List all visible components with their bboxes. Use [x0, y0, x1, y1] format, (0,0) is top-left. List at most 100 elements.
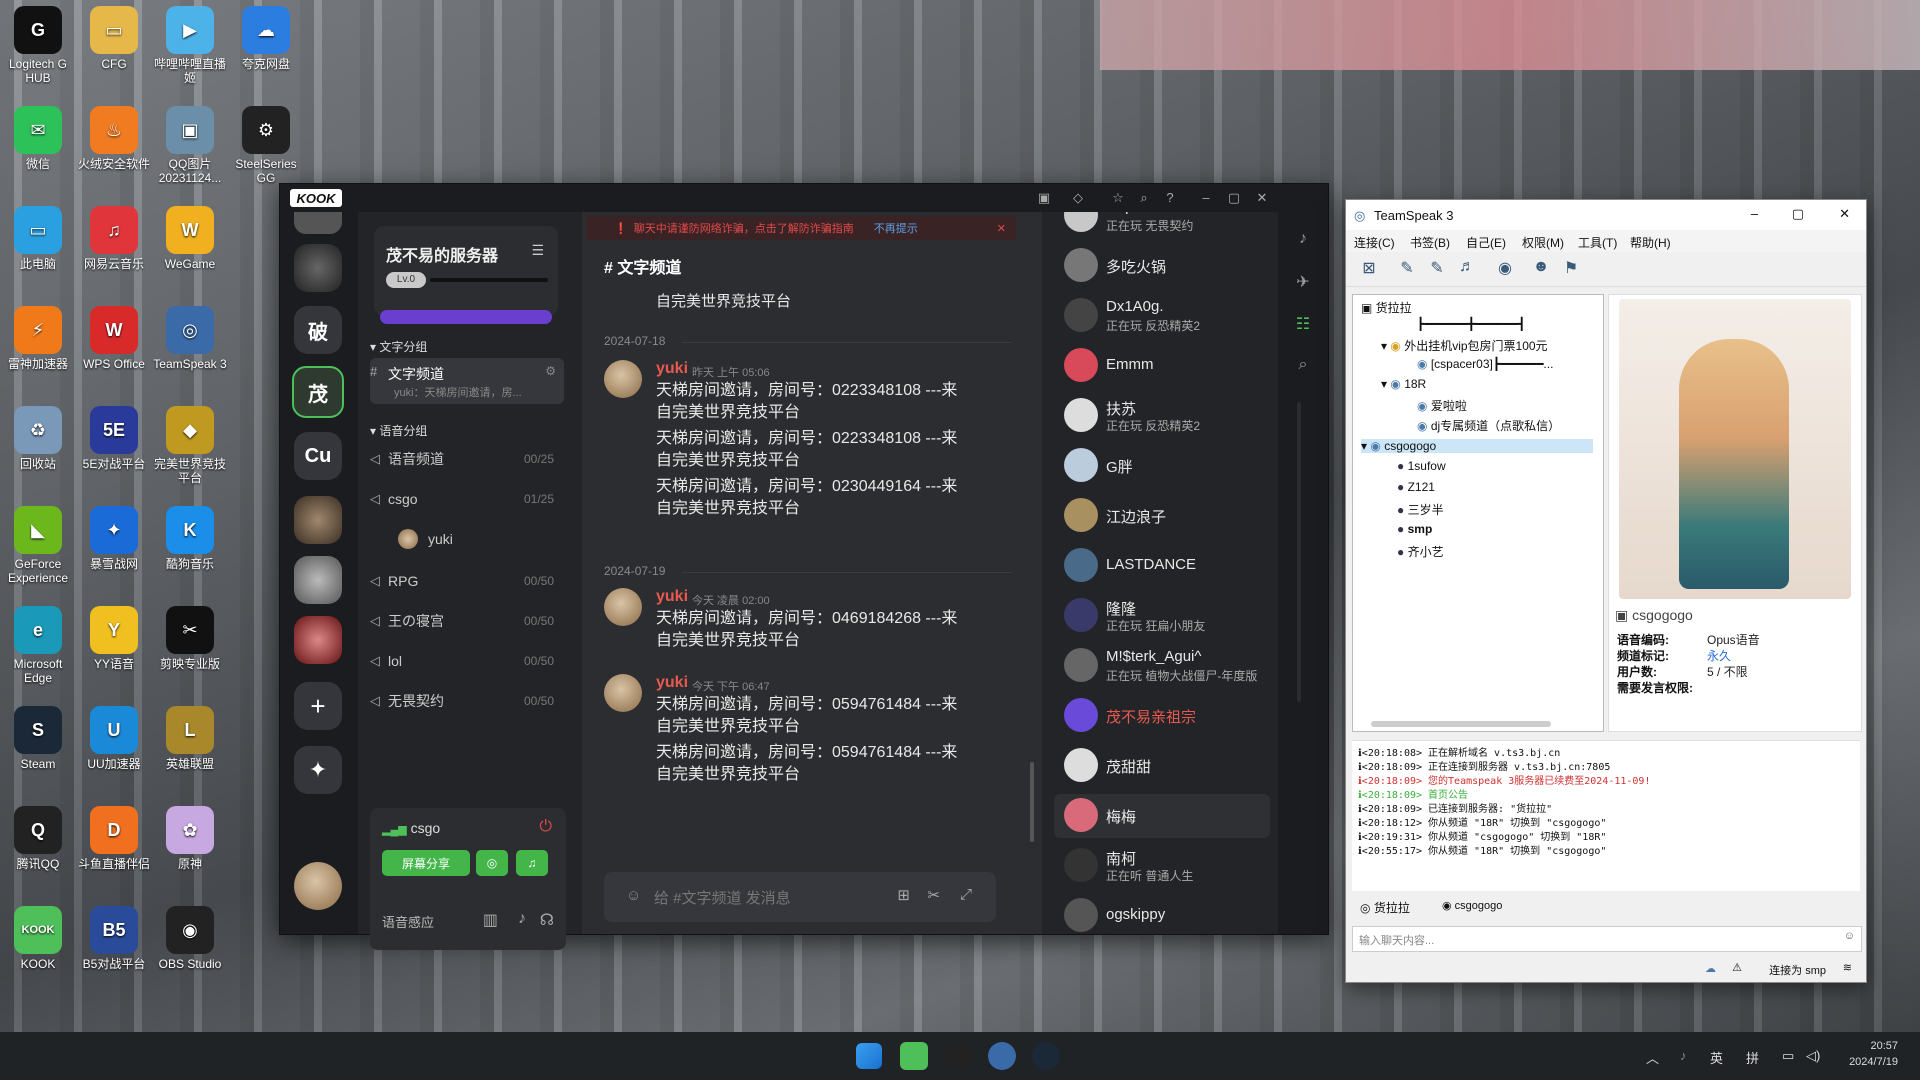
clock-date[interactable]: 2024/7/19 — [1836, 1056, 1898, 1068]
tray-network-icon[interactable]: ▭ — [1782, 1048, 1794, 1064]
voice-channel[interactable]: ◁ 语音频道 00/25 — [370, 444, 564, 474]
member-item[interactable]: 梅梅 — [1054, 794, 1270, 838]
member-item[interactable]: 多吃火锅 — [1064, 244, 1270, 284]
ts-minimize-icon[interactable]: – — [1751, 206, 1758, 221]
desktop-icon[interactable]: e Microsoft Edge — [0, 606, 76, 685]
user-avatar[interactable] — [294, 862, 342, 910]
ime-pinyin[interactable]: 拼 — [1746, 1048, 1759, 1067]
ts-channel-2-sub1[interactable]: ◉ 爱啦啦 — [1417, 397, 1467, 414]
upload-icon[interactable]: ⊞ — [897, 886, 910, 904]
help-icon[interactable]: ? — [1162, 190, 1178, 206]
close-icon[interactable]: ✕ — [1254, 190, 1270, 206]
desktop-icon[interactable]: ♻ 回收站 — [0, 406, 76, 471]
member-item[interactable]: M!$terk_Agui^ 正在玩 植物大战僵尸-年度版 — [1064, 644, 1270, 684]
member-item[interactable]: Emmm — [1064, 344, 1270, 384]
member-item[interactable]: G胖 — [1064, 444, 1270, 484]
disconnect-icon[interactable]: ✎ — [1396, 258, 1418, 280]
desktop-icon[interactable]: ▭ 此电脑 — [0, 206, 76, 271]
server-card[interactable]: 茂不易的服务器 ☰ Lv.0 — [374, 226, 558, 324]
maximize-icon[interactable]: ▢ — [1226, 190, 1242, 206]
desktop-icon[interactable]: ⚡ 雷神加速器 — [0, 306, 76, 371]
mute-mic-icon[interactable]: ✎ — [1426, 258, 1448, 280]
search-icon[interactable]: ⌕ — [1136, 190, 1152, 206]
member-item[interactable]: 隆隆 正在玩 狂扁小朋友 — [1064, 594, 1270, 634]
voice-member[interactable]: yuki — [398, 524, 592, 554]
kook-titlebar[interactable]: KOOK ▣ ◇ ☆ ⌕ ? – ▢ ✕ — [280, 184, 1328, 212]
disconnect-icon[interactable]: ⏻ — [539, 818, 552, 836]
desktop-icon[interactable]: L 英雄联盟 — [152, 706, 228, 771]
server-avatar-6[interactable] — [294, 496, 342, 544]
tray-chevron-icon[interactable]: ︿ — [1646, 1048, 1659, 1067]
server-avatar-8[interactable] — [294, 616, 342, 664]
bell-icon[interactable]: ♪ — [1293, 230, 1313, 250]
text-group-header[interactable]: ▾ 文字分组 — [370, 338, 427, 355]
member-item[interactable]: Dx1A0g. 正在玩 反恐精英2 — [1064, 294, 1270, 334]
taskbar-steam-icon[interactable] — [1032, 1042, 1060, 1070]
ts-user[interactable]: ● 三岁半 — [1397, 501, 1444, 518]
ts-menu-item[interactable]: 书签(B) — [1410, 234, 1450, 251]
desktop-icon[interactable]: Q 腾讯QQ — [0, 806, 76, 871]
ts-chat-input[interactable]: 输入聊天内容... ☺ — [1352, 926, 1862, 952]
server-po[interactable]: 破 — [294, 306, 342, 354]
ts-menu-item[interactable]: 工具(T) — [1578, 234, 1617, 251]
ts-channel-1[interactable]: ▾ ◉ 外出挂机vip包房门票100元 — [1381, 337, 1548, 354]
desktop-icon[interactable]: ✂ 剪映专业版 — [152, 606, 228, 671]
desktop-icon[interactable]: ◣ GeForce Experience — [0, 506, 76, 585]
start-icon[interactable] — [856, 1043, 882, 1069]
warning-close-icon[interactable]: ✕ — [997, 222, 1006, 235]
connect-icon[interactable]: ⊠ — [1358, 258, 1380, 280]
desktop-icon[interactable]: ✉ 微信 — [0, 106, 76, 171]
ts-maximize-icon[interactable]: ▢ — [1792, 206, 1804, 222]
desktop-icon[interactable]: ◎ TeamSpeak 3 — [152, 306, 228, 371]
noise-icon[interactable]: ▥ — [483, 910, 498, 930]
desktop-icon[interactable]: ♫ 网易云音乐 — [76, 206, 152, 271]
desktop-icon[interactable]: Y YY语音 — [76, 606, 152, 671]
server-avatar-top[interactable] — [294, 212, 342, 234]
clock-time[interactable]: 20:57 — [1842, 1040, 1898, 1052]
voice-channel[interactable]: ◁ lol 00/50 — [370, 646, 564, 676]
desktop-icon[interactable]: ♨ 火绒安全软件 — [76, 106, 152, 171]
message-username[interactable]: yuki — [656, 588, 688, 606]
ts-user[interactable]: ● smp — [1397, 522, 1432, 536]
ts-titlebar[interactable]: ◎ TeamSpeak 3 – ▢ ✕ — [1346, 200, 1866, 230]
server-avatar-2[interactable] — [294, 244, 342, 292]
desktop-icon[interactable]: S Steam — [0, 706, 76, 771]
message-avatar[interactable] — [604, 588, 642, 626]
mic-icon[interactable]: ♪ — [518, 910, 526, 928]
desktop-icon[interactable]: 5E 5E对战平台 — [76, 406, 152, 471]
ts-close-icon[interactable]: ✕ — [1839, 206, 1850, 222]
desktop-icon[interactable]: ▭ CFG — [76, 6, 152, 71]
desktop-icon[interactable]: ◆ 完美世界竞技平台 — [152, 406, 228, 485]
message-input[interactable]: ☺ 给 #文字频道 发消息 ⊞ ✂ ⤢ — [604, 872, 996, 922]
desktop-icon[interactable]: W WPS Office — [76, 306, 152, 371]
channel-settings-icon[interactable]: ⚙ — [545, 364, 556, 378]
voice-sensitivity[interactable]: 语音感应 — [382, 912, 434, 931]
desktop-icon[interactable]: K 酷狗音乐 — [152, 506, 228, 571]
channel-text[interactable]: # 文字频道 yuki：天梯房间邀请，房... ⚙ — [370, 358, 564, 404]
whisper-icon[interactable]: ⚑ — [1560, 258, 1582, 280]
message-avatar[interactable] — [604, 674, 642, 712]
contacts-icon[interactable]: ☻ — [1530, 258, 1552, 280]
taskbar-teamspeak-icon[interactable] — [988, 1042, 1016, 1070]
ts-tree-scrollbar[interactable] — [1371, 721, 1551, 727]
ts-channel-1-sub[interactable]: ◉ [cspacer03]┣━━━━━━... — [1417, 357, 1553, 371]
star-icon[interactable]: ☆ — [1110, 190, 1126, 206]
ts-user[interactable]: ● Z121 — [1397, 480, 1435, 494]
desktop-icon[interactable]: W WeGame — [152, 206, 228, 271]
member-item[interactable]: 茂不易亲祖宗 — [1064, 694, 1270, 734]
member-item[interactable]: 茂甜甜 — [1064, 744, 1270, 784]
soundboard-button[interactable]: ◎ — [476, 850, 508, 876]
server-cu[interactable]: Cu — [294, 432, 342, 480]
message-username[interactable]: yuki — [656, 360, 688, 378]
tray-mic-icon[interactable]: ♪ — [1680, 1048, 1687, 1063]
voice-channel[interactable]: ◁ RPG 00/50 — [370, 566, 564, 596]
taskbar-obs-icon[interactable] — [944, 1042, 972, 1070]
shirt-icon[interactable]: ◇ — [1070, 190, 1086, 206]
mute-speaker-icon[interactable]: ♬ — [1456, 258, 1478, 280]
chat-scrollbar[interactable] — [1030, 762, 1034, 842]
server-mao[interactable]: 茂 — [292, 366, 344, 418]
desktop-icon[interactable]: U UU加速器 — [76, 706, 152, 771]
music-button[interactable]: ♫ — [516, 850, 548, 876]
ts-channel-3[interactable]: ▾ ◉ csgogogo — [1361, 439, 1593, 453]
ts-channel-2[interactable]: ▾ ◉ 18R — [1381, 377, 1426, 391]
